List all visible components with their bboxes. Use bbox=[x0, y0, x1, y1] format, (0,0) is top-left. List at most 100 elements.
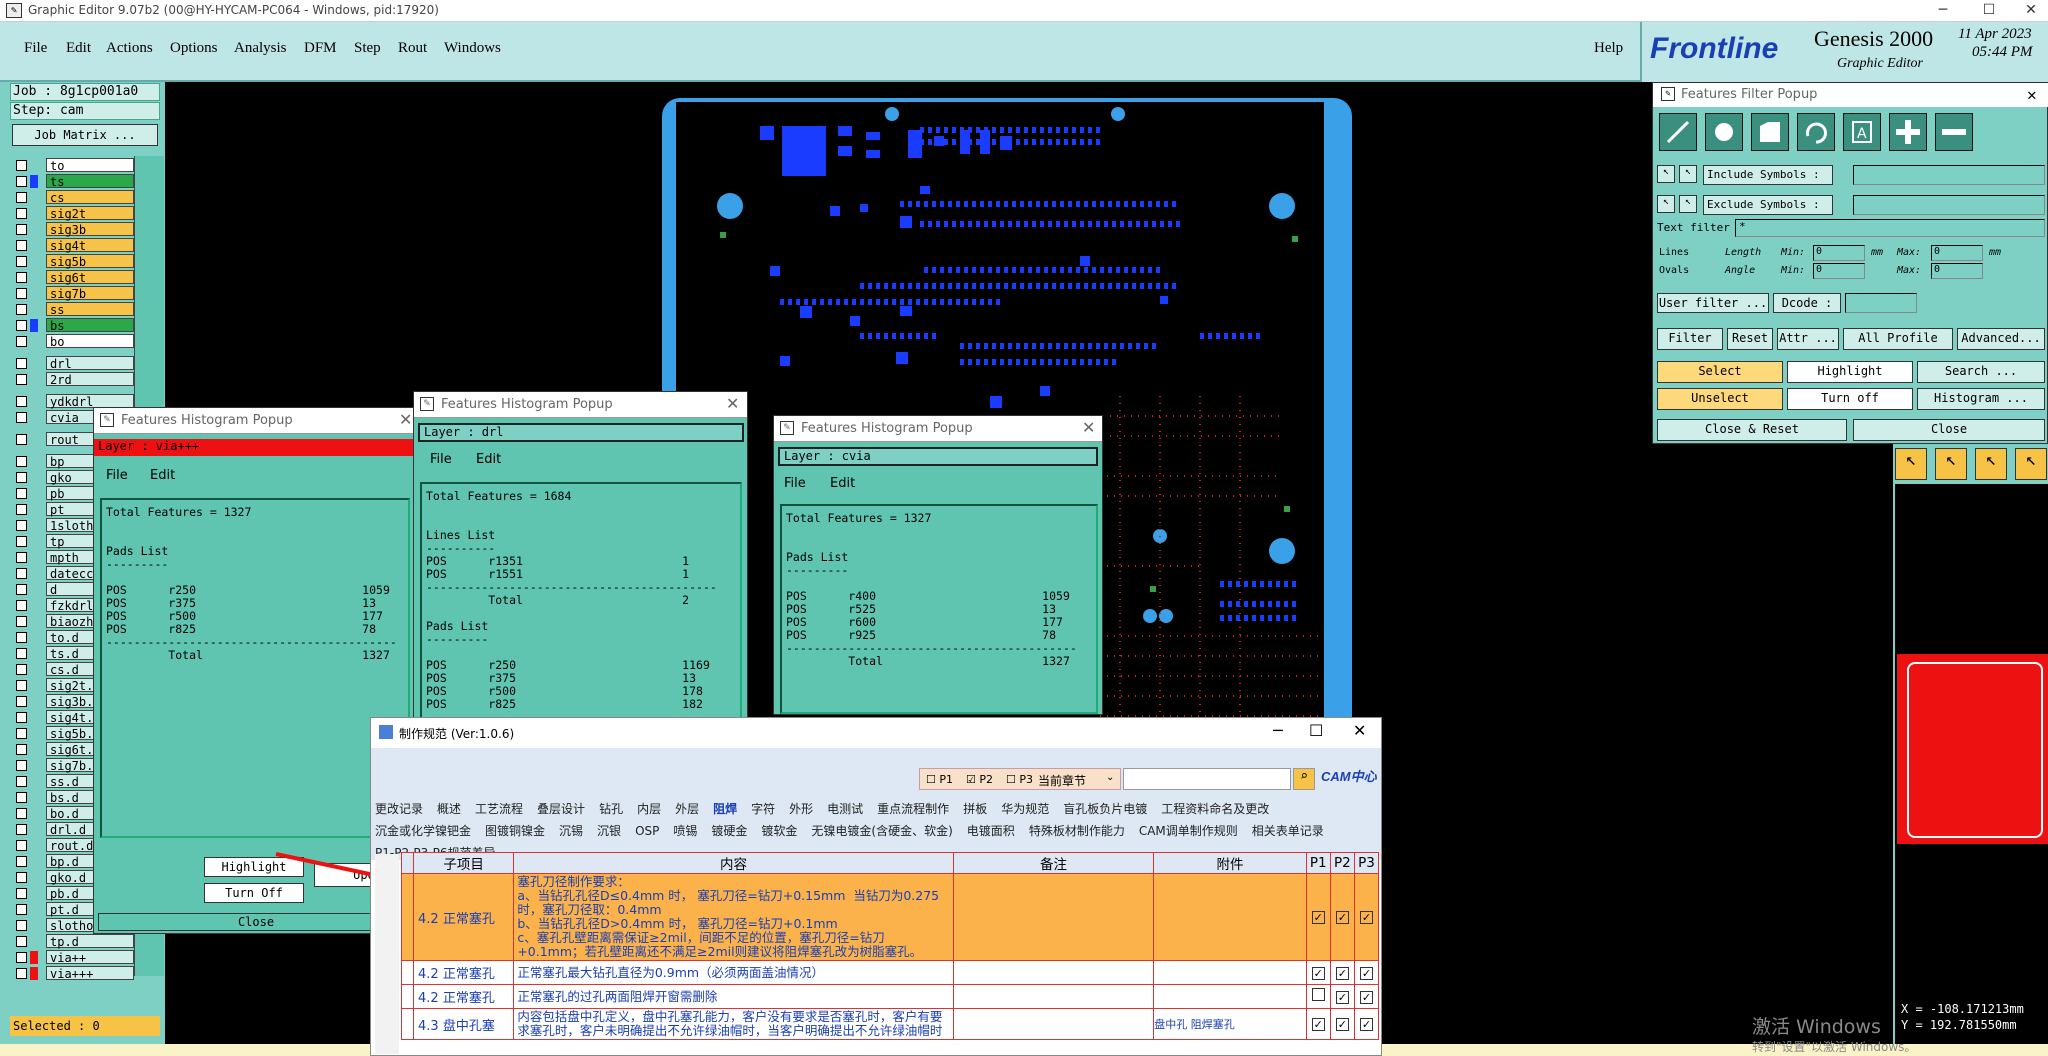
chapter-tab[interactable]: 外层 bbox=[675, 800, 699, 817]
p2-checkbox[interactable]: ✓ bbox=[1335, 911, 1349, 924]
row-attachment[interactable] bbox=[1153, 873, 1307, 961]
layer-checkbox[interactable] bbox=[16, 434, 27, 445]
pointer-select-icon[interactable]: ↖ bbox=[1935, 448, 1967, 480]
search-icon[interactable]: ⌕ bbox=[1293, 768, 1315, 790]
layer-name[interactable]: drl bbox=[46, 356, 134, 371]
include-pick-icon[interactable]: ↖ bbox=[1657, 165, 1675, 183]
layer-row[interactable]: sig7b bbox=[14, 286, 134, 302]
p1-checkbox[interactable]: ✓ bbox=[1311, 911, 1325, 924]
surface-tool-icon[interactable] bbox=[1751, 113, 1789, 151]
turn-off-button[interactable]: Turn off bbox=[1787, 388, 1913, 410]
popup-close-icon[interactable]: ✕ bbox=[1082, 418, 1095, 437]
chapter-tab[interactable]: 无镍电镀金(含硬金、软金) bbox=[811, 822, 952, 839]
chapter-tab[interactable]: 阻焊 bbox=[713, 800, 737, 817]
positive-polarity-icon[interactable] bbox=[1889, 113, 1927, 151]
layer-checkbox[interactable] bbox=[16, 600, 27, 611]
layer-row[interactable]: via++ bbox=[14, 950, 134, 966]
menu-file[interactable]: File bbox=[784, 476, 806, 491]
table-row[interactable]: 4.2 正常塞孔 正常塞孔最大钻孔直径为0.9mm（必须两面盖油情况） ✓ ✓ ✓ bbox=[400, 960, 1380, 985]
layer-checkbox[interactable] bbox=[16, 472, 27, 483]
arc-tool-icon[interactable] bbox=[1797, 113, 1835, 151]
chapter-tab[interactable]: 喷锡 bbox=[673, 822, 697, 839]
layer-name[interactable]: sig7b bbox=[46, 286, 134, 301]
p1-checkbox[interactable]: ✓ bbox=[1311, 1018, 1325, 1031]
menu-file[interactable]: File bbox=[24, 40, 47, 57]
layer-checkbox[interactable] bbox=[16, 904, 27, 915]
length-checkbox[interactable]: Length bbox=[1725, 247, 1761, 258]
overview-panel[interactable]: X = -108.171213mm Y = 192.781550mm bbox=[1893, 484, 2048, 1056]
chapter-tab[interactable]: 重点流程制作 bbox=[877, 800, 949, 817]
layer-name[interactable]: to bbox=[46, 158, 134, 173]
p3-checkbox[interactable]: ✓ bbox=[1359, 990, 1373, 1004]
maximize-button[interactable]: ☐ bbox=[1966, 0, 2012, 22]
menu-file[interactable]: File bbox=[430, 452, 452, 467]
chapter-tab[interactable]: 特殊板材制作能力 bbox=[1029, 822, 1125, 839]
layer-name[interactable]: sig4t bbox=[46, 238, 134, 253]
lines-checkbox[interactable]: Lines bbox=[1659, 247, 1689, 258]
row-attachment[interactable] bbox=[1153, 984, 1307, 1009]
layer-checkbox[interactable] bbox=[16, 192, 27, 203]
p1-checkbox[interactable]: ☐ P1 bbox=[926, 773, 953, 786]
layer-checkbox[interactable] bbox=[16, 760, 27, 771]
layer-checkbox[interactable] bbox=[16, 616, 27, 627]
chapter-tab[interactable]: 沉锡 bbox=[559, 822, 583, 839]
chapter-tab[interactable]: 字符 bbox=[751, 800, 775, 817]
chapter-tab[interactable]: 图镀铜镍金 bbox=[485, 822, 545, 839]
p1-checkbox[interactable]: ✓ bbox=[1311, 966, 1325, 980]
layer-name[interactable]: bo bbox=[46, 334, 134, 349]
layer-checkbox[interactable] bbox=[16, 792, 27, 803]
filter-toggle[interactable]: Filter bbox=[1657, 328, 1723, 350]
layer-name[interactable]: sig6t bbox=[46, 270, 134, 285]
layer-checkbox[interactable] bbox=[16, 824, 27, 835]
layer-name[interactable]: ydkdrl bbox=[46, 394, 134, 409]
layer-checkbox[interactable] bbox=[16, 256, 27, 267]
menu-file[interactable]: File bbox=[106, 468, 128, 483]
layer-row[interactable]: sig2t bbox=[14, 206, 134, 222]
exclude-symbols-input[interactable] bbox=[1853, 195, 2045, 215]
histogram-button[interactable]: Histogram ... bbox=[1917, 388, 2045, 410]
layer-row[interactable]: bo bbox=[14, 334, 134, 350]
layer-checkbox[interactable] bbox=[16, 808, 27, 819]
p3-checkbox[interactable]: ✓ bbox=[1359, 966, 1373, 980]
layer-checkbox[interactable] bbox=[16, 728, 27, 739]
pointer-measure-icon[interactable]: ↖ bbox=[2015, 448, 2047, 480]
chapter-tab[interactable]: 工艺流程 bbox=[475, 800, 523, 817]
menu-help[interactable]: Help bbox=[1594, 40, 1623, 57]
layer-checkbox[interactable] bbox=[16, 648, 27, 659]
layer-row[interactable]: sig6t bbox=[14, 270, 134, 286]
profile-dropdown[interactable]: All Profile bbox=[1843, 328, 1953, 350]
p3-checkbox[interactable]: ☐ P3 bbox=[1006, 773, 1033, 786]
menu-edit[interactable]: Edit bbox=[150, 468, 175, 483]
layer-checkbox[interactable] bbox=[16, 456, 27, 467]
popup-close-icon[interactable]: ✕ bbox=[399, 410, 412, 429]
menu-edit[interactable]: Edit bbox=[830, 476, 855, 491]
search-input[interactable] bbox=[1123, 768, 1291, 790]
popup-close-icon[interactable]: ✕ bbox=[2027, 85, 2037, 104]
chapter-tab[interactable]: 叠层设计 bbox=[537, 800, 585, 817]
layer-checkbox[interactable] bbox=[16, 288, 27, 299]
layer-checkbox[interactable] bbox=[16, 536, 27, 547]
close-window-button[interactable]: ✕ bbox=[2008, 0, 2048, 22]
table-row[interactable]: 4.2 正常塞孔 塞孔刀径制作要求： a、当钻孔孔径D≤0.4mm 时， 塞孔刀径… bbox=[400, 873, 1380, 961]
layer-row[interactable]: sig5b bbox=[14, 254, 134, 270]
layer-checkbox[interactable] bbox=[16, 488, 27, 499]
layer-checkbox[interactable] bbox=[16, 240, 27, 251]
layer-row[interactable]: sig3b bbox=[14, 222, 134, 238]
p3-checkbox[interactable]: ✓ bbox=[1359, 1018, 1373, 1031]
attr-button[interactable]: Attr ... bbox=[1777, 328, 1839, 350]
menu-dfm[interactable]: DFM bbox=[304, 40, 337, 57]
pointer-zoom-icon[interactable]: ↖ bbox=[1975, 448, 2007, 480]
layer-name[interactable]: ts bbox=[46, 174, 134, 189]
p3-checkbox[interactable]: ✓ bbox=[1359, 911, 1373, 924]
menu-rout[interactable]: Rout bbox=[398, 40, 427, 57]
reset-button[interactable]: Reset bbox=[1727, 328, 1773, 350]
angle-min-input[interactable]: 0 bbox=[1813, 263, 1865, 279]
negative-polarity-icon[interactable] bbox=[1935, 113, 1973, 151]
layer-row[interactable]: cs bbox=[14, 190, 134, 206]
layer-checkbox[interactable] bbox=[16, 952, 27, 963]
chapter-tab[interactable]: 镀硬金 bbox=[711, 822, 747, 839]
layer-checkbox[interactable] bbox=[16, 920, 27, 931]
menu-edit[interactable]: Edit bbox=[66, 40, 91, 57]
layer-checkbox[interactable] bbox=[16, 680, 27, 691]
include-list-icon[interactable]: ↖ bbox=[1679, 165, 1697, 183]
